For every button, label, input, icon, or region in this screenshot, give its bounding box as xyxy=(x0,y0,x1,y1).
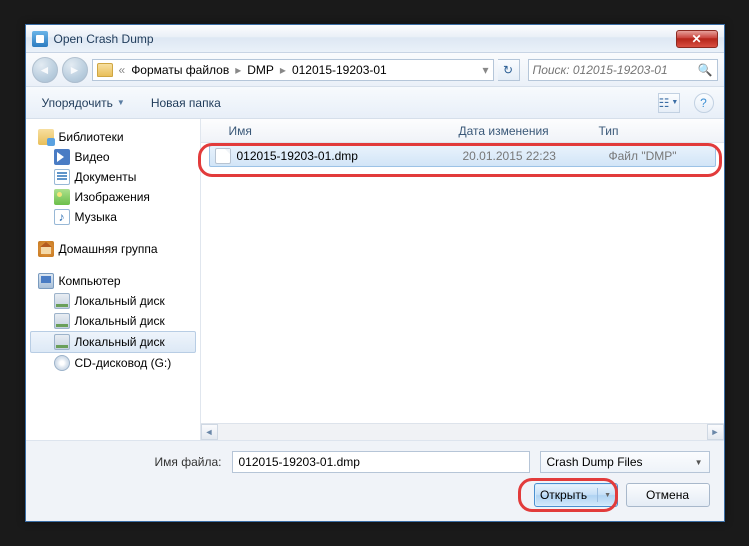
nav-forward-button[interactable]: ► xyxy=(62,57,88,83)
chevron-down-icon[interactable]: ▾ xyxy=(482,63,488,77)
file-pane: Имя Дата изменения Тип 012015-19203-01.d… xyxy=(201,119,724,440)
organize-menu[interactable]: Упорядочить▼ xyxy=(36,93,131,113)
file-filter-dropdown[interactable]: Crash Dump Files▼ xyxy=(540,451,710,473)
file-row-selected[interactable]: 012015-19203-01.dmp 20.01.2015 22:23 Фай… xyxy=(209,145,716,167)
chevron-down-icon: ▼ xyxy=(117,98,125,107)
sidebar-item-pictures[interactable]: Изображения xyxy=(30,187,196,207)
content-area: Библиотеки Видео Документы Изображения М… xyxy=(26,119,724,440)
chevron-down-icon: ▼ xyxy=(604,492,611,499)
chevron-right-icon: ▸ xyxy=(235,63,241,77)
breadcrumb-bar[interactable]: « Форматы файлов ▸ DMP ▸ 012015-19203-01… xyxy=(92,59,494,81)
disk-icon xyxy=(54,334,70,350)
sidebar-item-music[interactable]: Музыка xyxy=(30,207,196,227)
breadcrumb-segment[interactable]: Форматы файлов xyxy=(127,63,233,77)
search-icon: 🔍 xyxy=(698,63,713,77)
sidebar-item-video[interactable]: Видео xyxy=(30,147,196,167)
computer-icon xyxy=(38,273,54,289)
music-icon xyxy=(54,209,70,225)
filename-input[interactable] xyxy=(232,451,530,473)
refresh-button[interactable]: ↻ xyxy=(498,59,520,81)
file-icon xyxy=(215,148,231,164)
homegroup-icon xyxy=(38,241,54,257)
open-button[interactable]: Открыть▼ xyxy=(534,483,618,507)
disk-icon xyxy=(54,313,70,329)
nav-back-button[interactable]: ◄ xyxy=(32,57,58,83)
video-icon xyxy=(54,149,70,165)
scroll-left-icon[interactable]: ◄ xyxy=(201,424,218,440)
sidebar-item-disk-selected[interactable]: Локальный диск xyxy=(30,331,196,353)
toolbar: Упорядочить▼ Новая папка ☷▼ ? xyxy=(26,87,724,119)
column-headers: Имя Дата изменения Тип xyxy=(201,119,724,143)
sidebar-item-documents[interactable]: Документы xyxy=(30,167,196,187)
disk-icon xyxy=(54,293,70,309)
column-name[interactable]: Имя xyxy=(229,124,459,138)
file-date: 20.01.2015 22:23 xyxy=(463,149,603,163)
sidebar-item-disk[interactable]: Локальный диск xyxy=(30,291,196,311)
folder-icon xyxy=(97,63,113,77)
sidebar: Библиотеки Видео Документы Изображения М… xyxy=(26,119,201,440)
chevron-right-icon: ▸ xyxy=(280,63,286,77)
navbar: ◄ ► « Форматы файлов ▸ DMP ▸ 012015-1920… xyxy=(26,53,724,87)
libraries-icon xyxy=(38,129,54,145)
image-icon xyxy=(54,189,70,205)
sidebar-item-disk[interactable]: Локальный диск xyxy=(30,311,196,331)
file-name: 012015-19203-01.dmp xyxy=(237,149,358,163)
chevron-down-icon: ▼ xyxy=(695,458,703,467)
horizontal-scrollbar[interactable]: ◄ ► xyxy=(201,423,724,440)
document-icon xyxy=(54,169,70,185)
app-icon xyxy=(32,31,48,47)
sidebar-item-homegroup[interactable]: Домашняя группа xyxy=(30,239,196,259)
open-file-dialog: Open Crash Dump ✕ ◄ ► « Форматы файлов ▸… xyxy=(25,24,725,522)
column-type[interactable]: Тип xyxy=(599,124,724,138)
cd-icon xyxy=(54,355,70,371)
new-folder-button[interactable]: Новая папка xyxy=(145,93,227,113)
sidebar-item-libraries[interactable]: Библиотеки xyxy=(30,127,196,147)
search-box[interactable]: 🔍 xyxy=(528,59,718,81)
sidebar-item-cd[interactable]: CD-дисковод (G:) xyxy=(30,353,196,373)
search-input[interactable] xyxy=(533,63,694,77)
file-list[interactable]: 012015-19203-01.dmp 20.01.2015 22:23 Фай… xyxy=(201,143,724,423)
column-date[interactable]: Дата изменения xyxy=(459,124,599,138)
chevron-left-icon: « xyxy=(119,63,126,77)
titlebar: Open Crash Dump ✕ xyxy=(26,25,724,53)
help-button[interactable]: ? xyxy=(694,93,714,113)
dialog-footer: Имя файла: Crash Dump Files▼ Открыть▼ От… xyxy=(26,440,724,521)
breadcrumb-segment[interactable]: DMP xyxy=(243,63,278,77)
file-type: Файл "DMP" xyxy=(609,149,710,163)
breadcrumb-segment[interactable]: 012015-19203-01 xyxy=(288,63,391,77)
window-title: Open Crash Dump xyxy=(54,32,676,46)
cancel-button[interactable]: Отмена xyxy=(626,483,710,507)
sidebar-item-computer[interactable]: Компьютер xyxy=(30,271,196,291)
filename-label: Имя файла: xyxy=(40,455,222,469)
close-button[interactable]: ✕ xyxy=(676,30,718,48)
scroll-right-icon[interactable]: ► xyxy=(707,424,724,440)
view-options-button[interactable]: ☷▼ xyxy=(658,93,680,113)
